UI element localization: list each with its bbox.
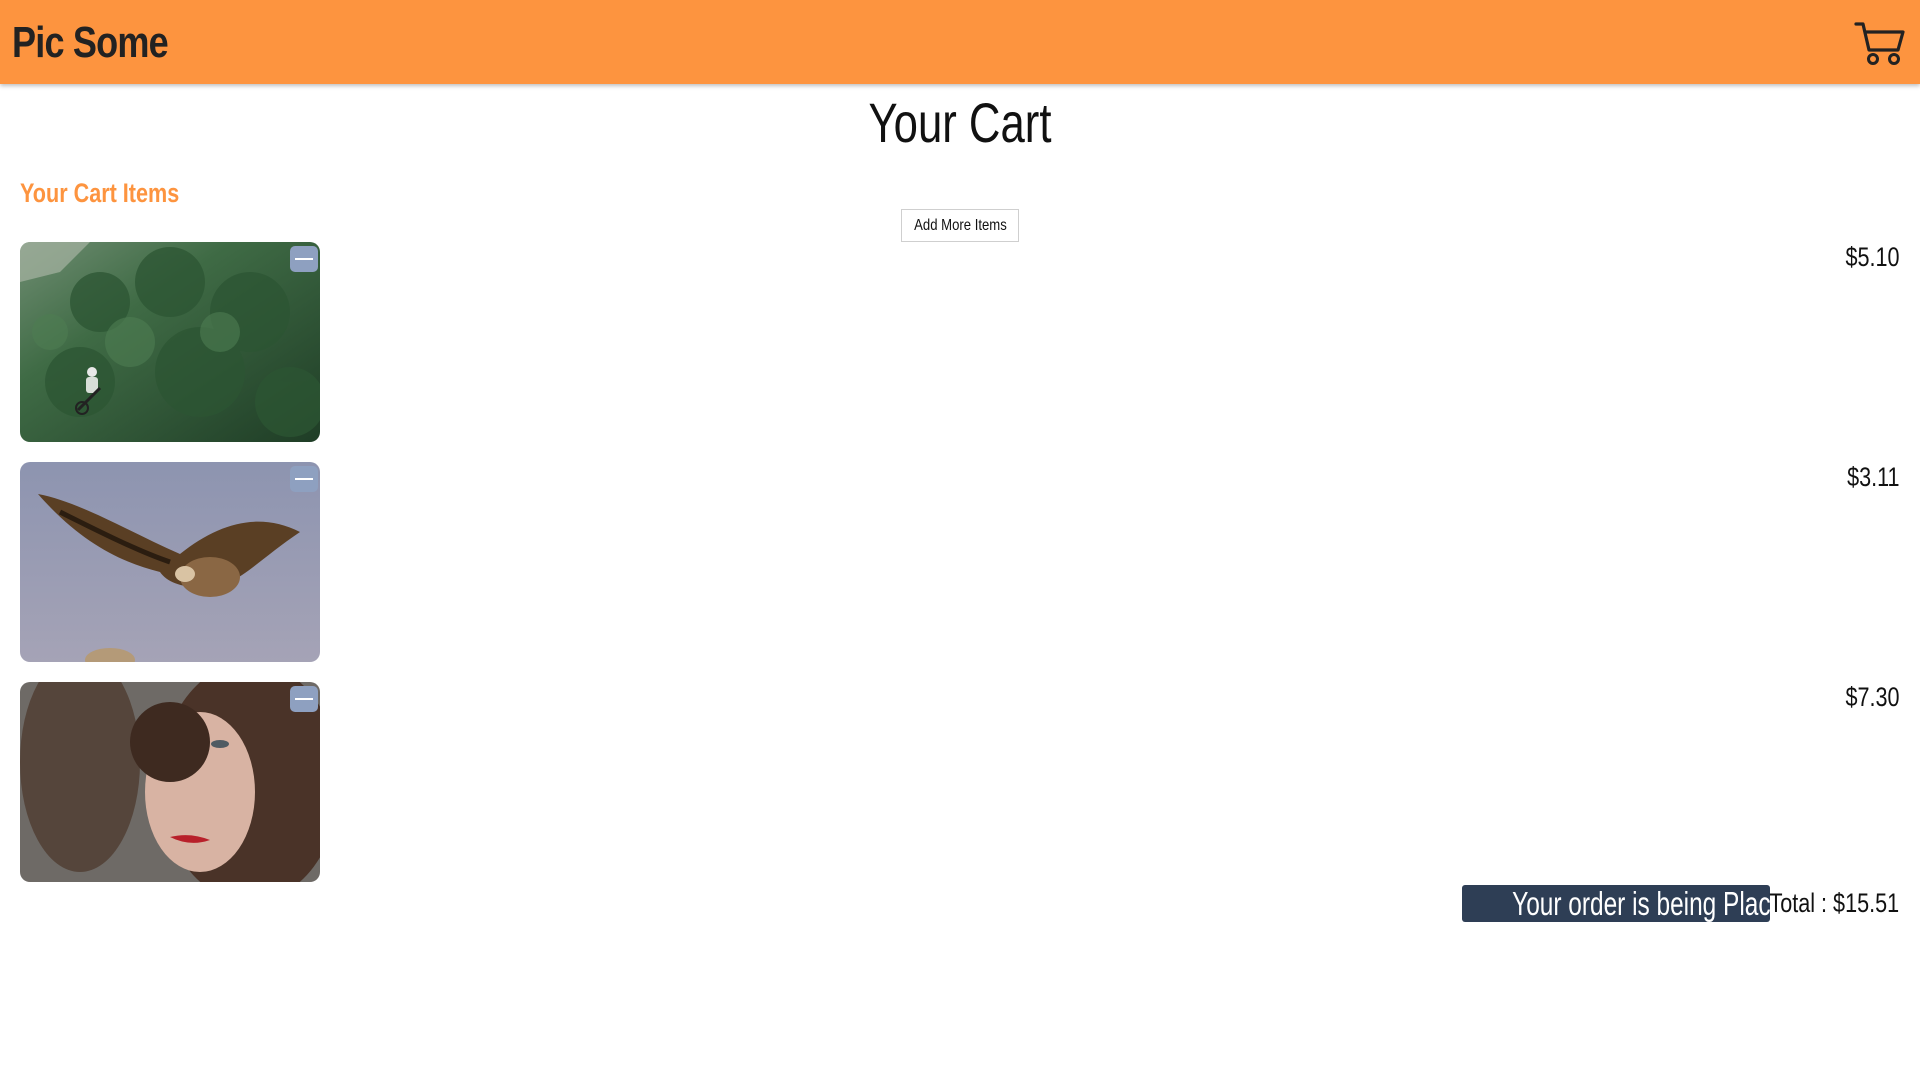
top-navigation-bar: Pic Some <box>0 0 1920 84</box>
remove-item-button[interactable] <box>290 246 318 272</box>
add-more-items-button[interactable]: Add More Items <box>901 209 1019 242</box>
cart-item-image <box>20 462 320 662</box>
item-price: $5.10 <box>1845 242 1900 272</box>
remove-item-button[interactable] <box>290 466 318 492</box>
cart-item: $3.11 <box>20 462 1900 662</box>
cart-item: $7.30 <box>20 682 1900 882</box>
page-title: Your Cart <box>868 91 1052 154</box>
brand-logo[interactable]: Pic Some <box>12 18 169 68</box>
cart-items-heading: Your Cart Items <box>20 178 180 208</box>
cart-item: $5.10 <box>20 242 1900 442</box>
cart-total: Total : $15.51 <box>1769 888 1899 918</box>
add-more-items-label: Add More Items <box>913 216 1007 234</box>
item-price: $7.30 <box>1845 682 1900 712</box>
item-price: $3.11 <box>1847 462 1900 492</box>
shopping-cart-icon[interactable] <box>1854 20 1906 68</box>
cart-item-image <box>20 242 320 442</box>
remove-item-button[interactable] <box>290 686 318 712</box>
order-status-badge[interactable]: Your order is being Placed <box>1462 885 1798 922</box>
cart-item-image <box>20 682 320 882</box>
order-status-label: Your order is being Placed <box>1512 885 1798 922</box>
